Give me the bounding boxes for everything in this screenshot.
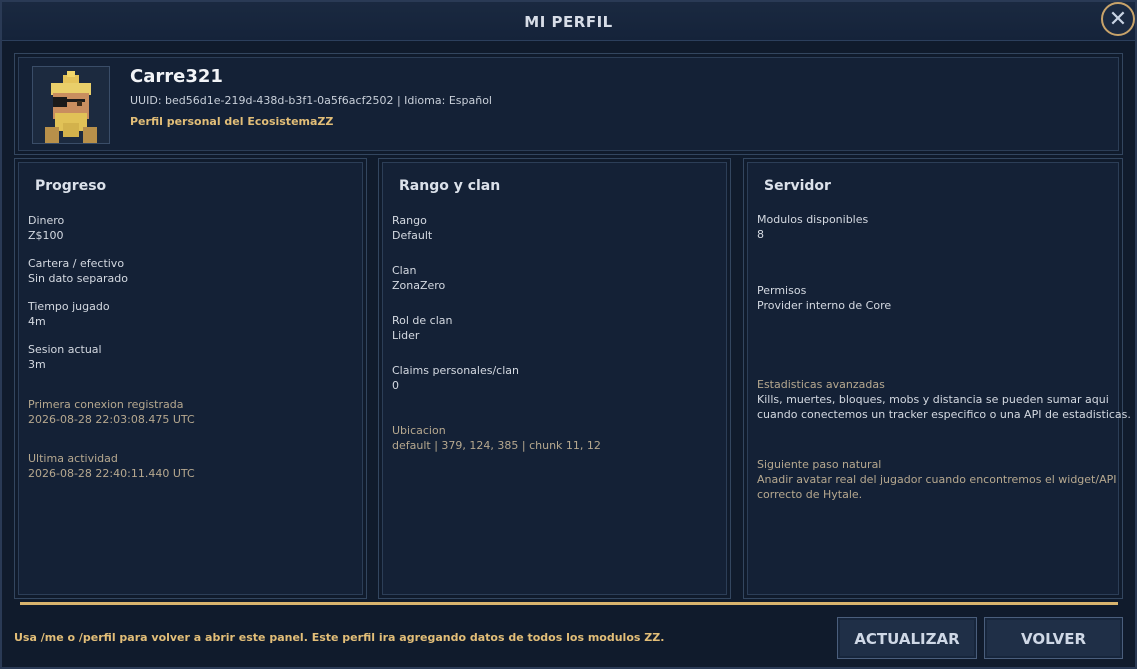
username: Carre321	[130, 66, 223, 87]
permissions-value: Provider interno de Core	[757, 299, 892, 312]
footer-hint: Usa /me o /perfil para volver a abrir es…	[14, 631, 665, 644]
modules-label: Modulos disponibles	[757, 213, 869, 226]
clan-value: ZonaZero	[392, 279, 446, 292]
claims-label: Claims personales/clan	[392, 364, 519, 377]
playtime-label: Tiempo jugado	[28, 300, 110, 313]
wallet-value: Sin dato separado	[28, 272, 128, 285]
location-label: Ubicacion	[392, 424, 446, 437]
advanced-stats-label: Estadisticas avanzadas	[757, 378, 885, 391]
clan-role-value: Lider	[392, 329, 420, 342]
claims-value: 0	[392, 379, 399, 392]
window-title: MI PERFIL	[524, 13, 613, 31]
rank-clan-title: Rango y clan	[399, 178, 501, 194]
profile-subtitle: Perfil personal del EcosistemaZZ	[130, 115, 334, 128]
update-button[interactable]: ACTUALIZAR	[837, 617, 977, 659]
next-step-line2: correcto de Hytale.	[757, 488, 863, 501]
advanced-stats-line1: Kills, muertes, bloques, mobs y distanci…	[757, 393, 1109, 406]
close-button[interactable]: ✕	[1101, 2, 1135, 36]
last-activity-value: 2026-08-28 22:40:11.440 UTC	[28, 467, 195, 480]
avatar	[32, 66, 110, 144]
uuid-language-line: UUID: bed56d1e-219d-438d-b3f1-0a5f6acf25…	[130, 94, 492, 107]
clan-label: Clan	[392, 264, 417, 277]
profile-window: MI PERFIL ✕ Carre321 UUID: bed56d1e-219d…	[0, 0, 1137, 669]
progress-title: Progreso	[35, 178, 107, 194]
accent-divider	[20, 602, 1118, 605]
wallet-label: Cartera / efectivo	[28, 257, 125, 270]
permissions-label: Permisos	[757, 284, 807, 297]
playtime-value: 4m	[28, 315, 46, 328]
session-value: 3m	[28, 358, 46, 371]
advanced-stats-line2: cuando conectemos un tracker especifico …	[757, 408, 1131, 421]
session-label: Sesion actual	[28, 343, 102, 356]
location-value: default | 379, 124, 385 | chunk 11, 12	[392, 439, 601, 452]
next-step-line1: Anadir avatar real del jugador cuando en…	[757, 473, 1117, 486]
rank-label: Rango	[392, 214, 427, 227]
rank-value: Default	[392, 229, 433, 242]
server-title: Servidor	[764, 178, 831, 194]
progress-panel	[14, 158, 367, 599]
clan-role-label: Rol de clan	[392, 314, 453, 327]
last-activity-label: Ultima actividad	[28, 452, 118, 465]
first-connection-value: 2026-08-28 22:03:08.475 UTC	[28, 413, 195, 426]
avatar-image	[33, 67, 109, 143]
money-value: Z$100	[28, 229, 64, 242]
first-connection-label: Primera conexion registrada	[28, 398, 184, 411]
next-step-label: Siguiente paso natural	[757, 458, 882, 471]
rank-clan-panel	[378, 158, 731, 599]
money-label: Dinero	[28, 214, 65, 227]
title-bar: MI PERFIL	[2, 2, 1135, 41]
back-button[interactable]: VOLVER	[984, 617, 1123, 659]
modules-value: 8	[757, 228, 764, 241]
